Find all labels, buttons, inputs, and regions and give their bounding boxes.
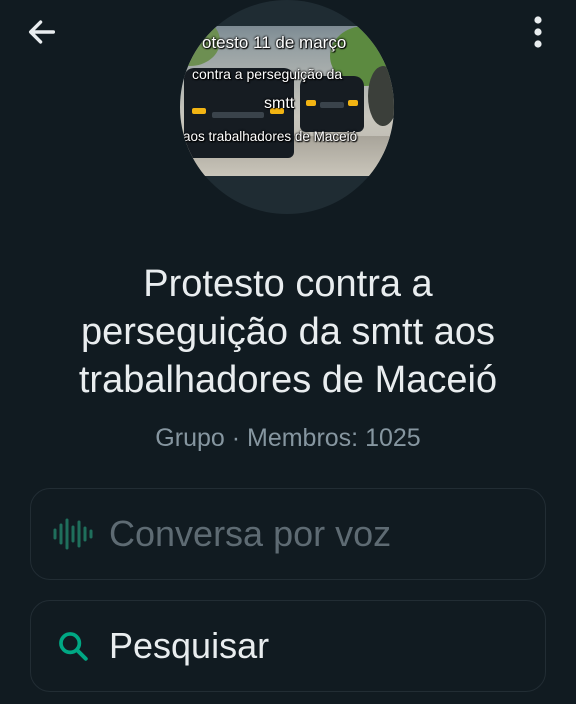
audio-wave-icon xyxy=(49,514,97,554)
group-title-line1: Protesto contra a xyxy=(143,263,433,305)
voice-chat-label: Conversa por voz xyxy=(109,513,392,554)
search-icon xyxy=(49,626,97,666)
avatar-caption-line1: otesto 11 de março xyxy=(202,33,347,52)
more-options-button[interactable] xyxy=(522,10,554,54)
arrow-left-icon xyxy=(28,20,56,44)
group-title-line2: perseguição da smtt aos xyxy=(80,311,495,353)
group-title-line3: trabalhadores de Maceió xyxy=(78,359,498,401)
search-label: Pesquisar xyxy=(109,625,270,666)
search-button[interactable]: Pesquisar xyxy=(30,600,546,692)
avatar-caption-line4: aos trabalhadores de Maceió xyxy=(183,129,358,144)
group-avatar[interactable]: otesto 11 de março contra a perseguição … xyxy=(180,0,394,214)
back-button[interactable] xyxy=(22,12,62,52)
group-info-screen: otesto 11 de março contra a perseguição … xyxy=(0,0,576,704)
group-title: Protesto contra a perseguição da smtt ao… xyxy=(0,260,576,404)
more-vertical-icon xyxy=(534,16,542,48)
voice-chat-button[interactable]: Conversa por voz xyxy=(30,488,546,580)
avatar-caption-line2: contra a perseguição da xyxy=(192,66,343,82)
avatar-caption-line3: smtt xyxy=(264,95,295,112)
group-subtitle: Grupo · Membros: 1025 xyxy=(155,424,421,452)
